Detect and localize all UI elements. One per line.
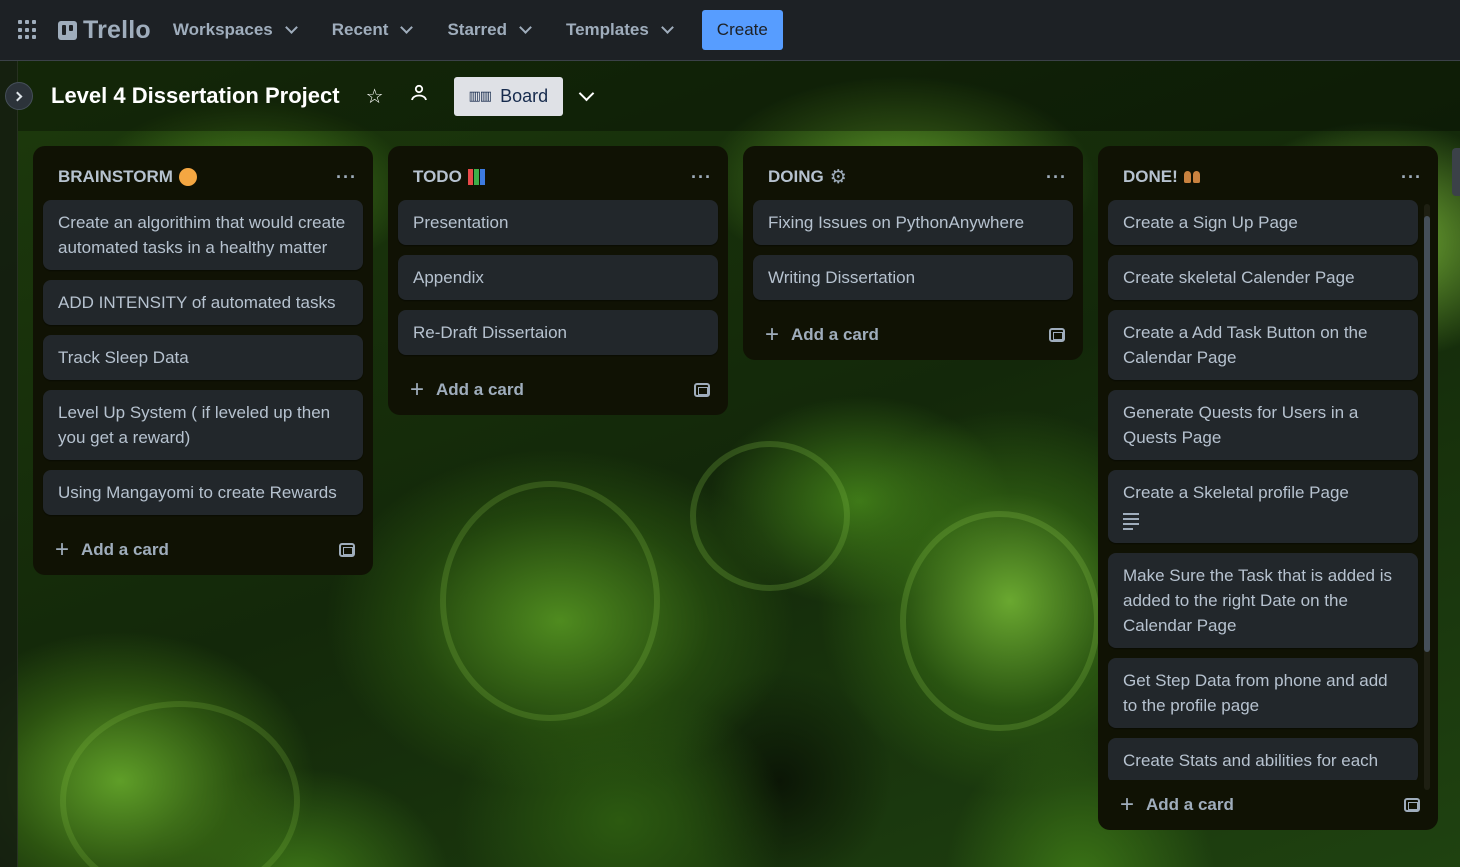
- add-card-label: Add a card: [1146, 795, 1234, 814]
- list-title-text: DONE!: [1123, 167, 1178, 186]
- list-title-text: DOING: [768, 167, 824, 186]
- board-icon: ▥▥: [468, 88, 493, 103]
- top-navigation: Trello Workspaces Recent Starred Templat…: [0, 0, 1460, 61]
- nav-templates-label: Templates: [565, 20, 649, 39]
- expand-sidebar-button[interactable]: [5, 82, 33, 110]
- card[interactable]: Get Step Data from phone and add to the …: [1108, 658, 1418, 728]
- chevron-down-icon: [284, 21, 298, 34]
- nav-templates[interactable]: Templates: [565, 20, 674, 40]
- list-title[interactable]: DOING ⚙: [768, 166, 847, 189]
- card[interactable]: Create Stats and abilities for each: [1108, 738, 1418, 780]
- list-menu-button[interactable]: ···: [691, 167, 712, 188]
- card[interactable]: Track Sleep Data: [43, 335, 363, 380]
- raised-hands-emoji-icon: [1183, 171, 1200, 183]
- nav-starred-label: Starred: [447, 20, 507, 39]
- app-switcher-icon[interactable]: [18, 20, 38, 40]
- plus-icon: +: [410, 376, 425, 403]
- nav-workspaces-label: Workspaces: [172, 20, 273, 39]
- card[interactable]: Re-Draft Dissertaion: [398, 310, 718, 355]
- plus-icon: +: [1120, 791, 1135, 818]
- add-card-button[interactable]: + Add a card: [1120, 793, 1234, 817]
- list-header: DONE! ···: [1108, 154, 1428, 200]
- card[interactable]: Create an algorithim that would create a…: [43, 200, 363, 270]
- add-card-label: Add a card: [81, 540, 169, 559]
- list-done: DONE! ··· Create a Sign Up Page Create s…: [1098, 146, 1438, 830]
- card[interactable]: Create skeletal Calender Page: [1108, 255, 1418, 300]
- list-doing: DOING ⚙ ··· Fixing Issues on PythonAnywh…: [743, 146, 1083, 360]
- card[interactable]: Level Up System ( if leveled up then you…: [43, 390, 363, 460]
- chevron-right-icon: [12, 91, 23, 101]
- list-title-text: BRAINSTORM: [58, 167, 173, 186]
- list-header: TODO ···: [398, 154, 718, 200]
- done-cards-scroll-area[interactable]: Create a Sign Up Page Create skeletal Ca…: [1108, 200, 1428, 780]
- add-card-row: + Add a card: [43, 525, 363, 575]
- list-title[interactable]: DONE!: [1123, 167, 1200, 187]
- nav-recent[interactable]: Recent: [331, 20, 414, 40]
- add-card-row: + Add a card: [1108, 780, 1428, 830]
- list-title[interactable]: BRAINSTORM: [58, 167, 197, 187]
- create-button[interactable]: Create: [701, 10, 783, 50]
- logo-text: Trello: [83, 15, 151, 44]
- chevron-down-icon: [660, 21, 674, 34]
- list-scrollbar[interactable]: [1424, 204, 1430, 790]
- add-card-button[interactable]: + Add a card: [410, 378, 524, 402]
- card[interactable]: Generate Quests for Users in a Quests Pa…: [1108, 390, 1418, 460]
- visibility-icon[interactable]: [410, 84, 428, 108]
- list-menu-button[interactable]: ···: [1046, 167, 1067, 188]
- scrollbar-thumb[interactable]: [1424, 216, 1430, 652]
- card-title: Create a Skeletal profile Page: [1123, 483, 1349, 502]
- nav-recent-label: Recent: [331, 20, 389, 39]
- add-card-label: Add a card: [436, 380, 524, 399]
- card[interactable]: Appendix: [398, 255, 718, 300]
- board-view-switcher[interactable]: ▥▥ Board: [453, 76, 564, 116]
- list-todo: TODO ··· Presentation Appendix Re-Draft …: [388, 146, 728, 415]
- list-header: BRAINSTORM ···: [43, 154, 363, 200]
- list-title[interactable]: TODO: [413, 167, 485, 187]
- board-title[interactable]: Level 4 Dissertation Project: [51, 83, 340, 109]
- add-card-row: + Add a card: [753, 310, 1073, 360]
- description-icon: [1123, 513, 1139, 530]
- chevron-down-icon[interactable]: [578, 85, 595, 101]
- add-card-row: + Add a card: [398, 365, 718, 415]
- create-from-template-icon[interactable]: [694, 383, 710, 397]
- list-brainstorm: BRAINSTORM ··· Create an algorithim that…: [33, 146, 373, 575]
- trello-logo[interactable]: Trello: [58, 16, 151, 45]
- card[interactable]: Create a Sign Up Page: [1108, 200, 1418, 245]
- card[interactable]: Writing Dissertation: [753, 255, 1073, 300]
- add-card-label: Add a card: [791, 325, 879, 344]
- card[interactable]: Make Sure the Task that is added is adde…: [1108, 553, 1418, 648]
- card[interactable]: Presentation: [398, 200, 718, 245]
- nav-workspaces[interactable]: Workspaces: [172, 20, 298, 40]
- card[interactable]: Fixing Issues on PythonAnywhere: [753, 200, 1073, 245]
- card[interactable]: Create a Add Task Button on the Calendar…: [1108, 310, 1418, 380]
- trello-logo-icon: [58, 20, 77, 40]
- list-menu-button[interactable]: ···: [336, 167, 357, 188]
- next-list-edge[interactable]: [1452, 148, 1460, 196]
- nav-starred[interactable]: Starred: [447, 20, 532, 40]
- list-menu-button[interactable]: ···: [1401, 167, 1422, 188]
- create-from-template-icon[interactable]: [339, 543, 355, 557]
- create-from-template-icon[interactable]: [1049, 328, 1065, 342]
- board-view-label: Board: [500, 85, 549, 106]
- star-icon[interactable]: ☆: [366, 84, 384, 109]
- add-card-button[interactable]: + Add a card: [765, 323, 879, 347]
- plus-icon: +: [765, 321, 780, 348]
- flushed-face-emoji-icon: [178, 168, 197, 186]
- list-title-text: TODO: [413, 167, 462, 186]
- card[interactable]: ADD INTENSITY of automated tasks: [43, 280, 363, 325]
- gear-emoji-icon: ⚙: [829, 166, 847, 188]
- books-emoji-icon: [467, 169, 485, 185]
- add-card-button[interactable]: + Add a card: [55, 538, 169, 562]
- collapsed-sidebar: [0, 61, 18, 867]
- list-header: DOING ⚙ ···: [753, 154, 1073, 200]
- card[interactable]: Using Mangayomi to create Rewards: [43, 470, 363, 515]
- create-from-template-icon[interactable]: [1404, 798, 1420, 812]
- card[interactable]: Create a Skeletal profile Page: [1108, 470, 1418, 543]
- chevron-down-icon: [519, 21, 532, 34]
- plus-icon: +: [55, 536, 70, 563]
- board-header: Level 4 Dissertation Project ☆ ▥▥ Board: [18, 61, 1460, 131]
- chevron-down-icon: [400, 21, 414, 34]
